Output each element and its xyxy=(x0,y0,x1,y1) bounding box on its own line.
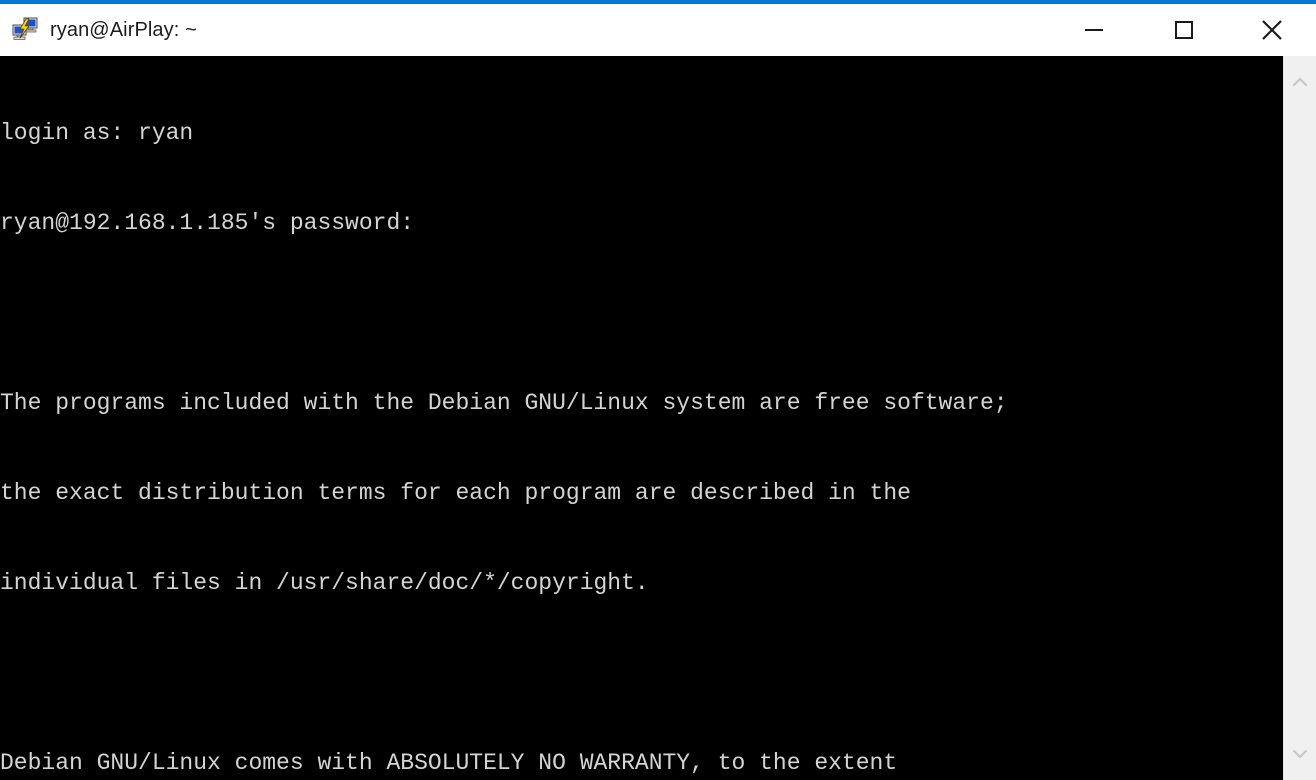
scrollbar-track[interactable] xyxy=(1284,100,1316,736)
putty-icon xyxy=(10,15,40,45)
terminal-line: individual files in /usr/share/doc/*/cop… xyxy=(0,570,649,596)
title-bar-left: ryan@AirPlay: ~ xyxy=(0,4,1064,56)
terminal-line: login as: ryan xyxy=(0,120,194,146)
terminal-line: ryan@192.168.1.185's password: xyxy=(0,210,415,236)
terminal-line: the exact distribution terms for each pr… xyxy=(0,480,911,506)
maximize-button[interactable] xyxy=(1154,4,1214,56)
close-button[interactable] xyxy=(1242,4,1302,56)
chevron-down-icon[interactable] xyxy=(1284,736,1316,772)
terminal-output: login as: ryan ryan@192.168.1.185's pass… xyxy=(0,56,1283,780)
title-bar: ryan@AirPlay: ~ xyxy=(0,0,1316,56)
terminal-line: Debian GNU/Linux comes with ABSOLUTELY N… xyxy=(0,750,898,776)
terminal-screen[interactable]: login as: ryan ryan@192.168.1.185's pass… xyxy=(0,56,1283,780)
putty-terminal-window: ryan@AirPlay: ~ login as: ryan ryan@192.… xyxy=(0,0,1316,780)
terminal-line: The programs included with the Debian GN… xyxy=(0,390,1008,416)
window-title: ryan@AirPlay: ~ xyxy=(50,18,197,41)
chevron-up-icon[interactable] xyxy=(1284,64,1316,100)
terminal-scrollbar[interactable] xyxy=(1283,56,1316,780)
minimize-button[interactable] xyxy=(1064,4,1124,56)
